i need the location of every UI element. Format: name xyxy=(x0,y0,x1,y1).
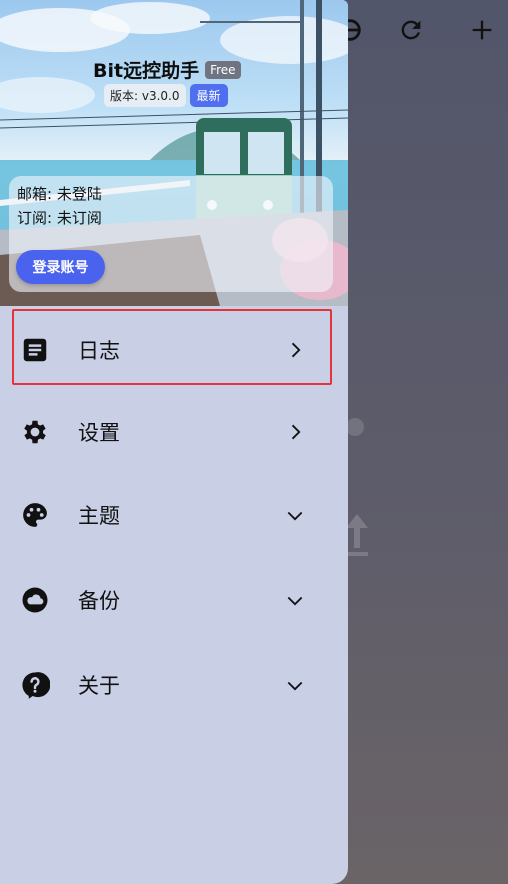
navigation-drawer: Bit远控助手 Free 版本: v3.0.0 最新 邮箱: 未登陆 订阅: 未… xyxy=(0,0,348,884)
chevron-down-icon xyxy=(284,589,306,611)
version-row: 版本: v3.0.0 最新 xyxy=(104,84,228,107)
menu-label-settings: 设置 xyxy=(78,421,120,445)
plan-tag: Free xyxy=(205,60,241,79)
latest-badge: 最新 xyxy=(189,84,228,107)
login-button[interactable]: 登录账号 xyxy=(16,250,105,284)
menu-item-log[interactable]: 日志 xyxy=(0,310,348,390)
menu-label-theme: 主题 xyxy=(78,504,120,528)
palette-icon xyxy=(20,500,50,530)
email-status: 邮箱: 未登陆 xyxy=(17,185,102,203)
refresh-icon[interactable] xyxy=(395,14,427,46)
drawer-header: Bit远控助手 Free 版本: v3.0.0 最新 邮箱: 未登陆 订阅: 未… xyxy=(0,0,348,306)
account-card: 邮箱: 未登陆 订阅: 未订阅 登录账号 xyxy=(9,176,333,292)
menu-item-theme[interactable]: 主题 xyxy=(0,475,348,555)
cloud-icon xyxy=(20,585,50,615)
add-icon[interactable] xyxy=(466,14,498,46)
subscription-status: 订阅: 未订阅 xyxy=(17,209,102,227)
log-icon xyxy=(20,335,50,365)
menu-item-settings[interactable]: 设置 xyxy=(0,392,348,472)
gear-icon xyxy=(20,417,50,447)
menu-item-backup[interactable]: 备份 xyxy=(0,560,348,640)
chevron-right-icon xyxy=(284,339,306,361)
app-name: Bit远控助手 xyxy=(93,60,200,82)
menu-label-backup: 备份 xyxy=(78,589,120,613)
app-title: Bit远控助手 Free xyxy=(93,56,241,83)
menu-item-about[interactable]: 关于 xyxy=(0,645,348,725)
chevron-down-icon xyxy=(284,504,306,526)
chevron-right-icon xyxy=(284,421,306,443)
background-ghost-dot xyxy=(346,418,364,436)
version-label: 版本: v3.0.0 xyxy=(104,84,186,107)
chevron-down-icon xyxy=(284,674,306,696)
menu-label-about: 关于 xyxy=(78,674,120,698)
menu-label-log: 日志 xyxy=(78,339,120,363)
help-icon xyxy=(20,670,50,700)
